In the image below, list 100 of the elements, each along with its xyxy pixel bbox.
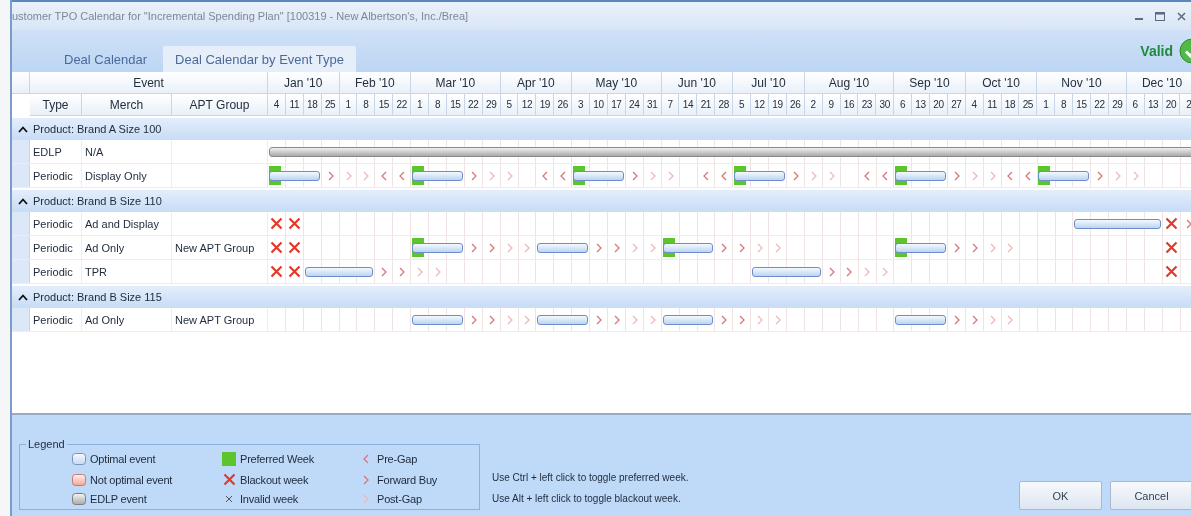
month-header: Apr '10 xyxy=(500,72,573,94)
month-header: Jul '10 xyxy=(733,72,805,94)
forward-buy-icon xyxy=(792,170,799,181)
preferred-event-bar[interactable] xyxy=(895,236,948,259)
forward-buy-icon xyxy=(631,170,638,181)
maximize-button[interactable] xyxy=(1152,9,1168,23)
legend-label: Optimal event xyxy=(90,453,156,465)
month-header: Dec '10 xyxy=(1126,72,1191,94)
post-gap-icon xyxy=(757,314,763,325)
type-cell: Periodic xyxy=(30,236,82,259)
edlp-event-bar[interactable] xyxy=(269,146,1191,157)
group-label: Product: Brand A Size 100 xyxy=(33,123,162,135)
minimize-icon xyxy=(1135,17,1143,20)
week-header: 8 xyxy=(429,94,447,116)
event-bar[interactable] xyxy=(752,266,821,277)
event-bar[interactable] xyxy=(1074,218,1161,229)
week-header: 8 xyxy=(357,94,376,116)
week-header: 8 xyxy=(1055,94,1074,116)
blackout-x-icon xyxy=(270,265,284,278)
pre-gap-icon xyxy=(1025,170,1032,181)
preferred-event-bar[interactable] xyxy=(412,236,465,259)
forward-buy-icon xyxy=(1096,170,1103,181)
week-header: 6 xyxy=(894,94,913,116)
post-gap-icon xyxy=(506,242,513,253)
event-bar[interactable] xyxy=(412,314,463,325)
preferred-event-bar[interactable] xyxy=(1038,164,1091,187)
forward-buy-icon xyxy=(470,170,477,181)
post-gap-icon xyxy=(524,314,531,325)
row-header-cell[interactable] xyxy=(12,212,30,235)
pre-gap-icon xyxy=(560,170,567,181)
forward-buy-icon xyxy=(721,242,728,253)
month-header: Sep '10 xyxy=(894,72,966,94)
week-header: 1 xyxy=(411,94,429,116)
forward-buy-icon xyxy=(953,314,960,325)
collapse-caret-icon[interactable] xyxy=(18,197,28,205)
group-label: Product: Brand B Size 110 xyxy=(33,195,162,207)
pre-gap-icon xyxy=(399,170,406,181)
post-gap-icon xyxy=(864,266,871,277)
merch-cell: Display Only xyxy=(82,164,172,187)
pre-gap-icon xyxy=(721,170,728,181)
forward-buy-icon xyxy=(363,474,369,485)
cancel-button[interactable]: Cancel xyxy=(1110,481,1191,510)
collapse-caret-icon[interactable] xyxy=(18,125,28,133)
event-bar[interactable] xyxy=(537,242,589,253)
forward-buy-icon xyxy=(721,314,728,325)
tab[interactable]: Deal Calendar by Event Type xyxy=(163,46,356,72)
week-header: 14 xyxy=(679,94,698,116)
event-bar[interactable] xyxy=(304,266,374,277)
post-gap-icon xyxy=(649,314,656,325)
ok-button[interactable]: OK xyxy=(1019,481,1102,510)
post-gap-icon xyxy=(1114,170,1121,181)
event-bar[interactable] xyxy=(895,314,946,325)
legend-label: Blackout week xyxy=(240,473,309,486)
forward-buy-icon xyxy=(739,314,746,325)
forward-buy-icon xyxy=(470,314,477,325)
week-header: 22 xyxy=(393,94,412,116)
post-gap-icon xyxy=(506,314,513,325)
event-bar[interactable] xyxy=(537,314,589,325)
close-button[interactable] xyxy=(1174,9,1189,23)
post-gap-icon xyxy=(882,266,889,277)
preferred-event-bar[interactable] xyxy=(734,164,787,187)
invalid-x-icon xyxy=(225,495,233,503)
close-icon xyxy=(1177,11,1186,21)
row-header-cell[interactable] xyxy=(12,236,30,259)
post-gap-icon xyxy=(757,242,763,253)
preferred-event-bar[interactable] xyxy=(573,164,626,187)
post-gap-icon xyxy=(971,170,978,181)
preferred-event-bar[interactable] xyxy=(269,164,322,187)
forward-buy-icon xyxy=(381,266,388,277)
tab[interactable]: Deal Calendar xyxy=(52,46,160,72)
preferred-event-bar[interactable] xyxy=(412,164,465,187)
preferred-week-icon xyxy=(222,452,236,466)
event-bar[interactable] xyxy=(662,314,714,325)
month-header: Aug '10 xyxy=(804,72,895,94)
forward-buy-icon xyxy=(327,170,334,181)
maximize-icon xyxy=(1155,11,1165,21)
preferred-event-bar[interactable] xyxy=(895,164,948,187)
pre-gap-icon xyxy=(381,170,388,181)
row-header-cell[interactable] xyxy=(12,260,30,283)
blackout-x-icon xyxy=(1164,241,1178,254)
validation-status: Valid xyxy=(1140,43,1173,59)
week-header: 21 xyxy=(697,94,716,116)
post-gap-icon xyxy=(989,170,996,181)
column-header: Event xyxy=(30,72,268,94)
collapse-caret-icon[interactable] xyxy=(18,293,28,301)
row-header-cell[interactable] xyxy=(12,164,30,187)
forward-buy-icon xyxy=(971,314,978,325)
preferred-event-bar[interactable] xyxy=(662,236,716,259)
hint-text: Use Alt + left click to toggle blackout week. xyxy=(492,493,682,504)
post-gap-icon xyxy=(774,242,781,253)
row-header-cell[interactable] xyxy=(12,308,30,331)
blackout-x-icon xyxy=(288,241,302,254)
column-header: Type xyxy=(30,94,82,116)
post-gap-icon xyxy=(667,170,674,181)
post-gap-icon xyxy=(1132,170,1139,181)
row-header-cell[interactable] xyxy=(12,140,30,163)
legend-title: Legend xyxy=(27,438,66,450)
blackout-x-icon xyxy=(288,265,302,278)
type-cell: EDLP xyxy=(30,140,82,163)
blackout-x-icon xyxy=(270,241,284,254)
